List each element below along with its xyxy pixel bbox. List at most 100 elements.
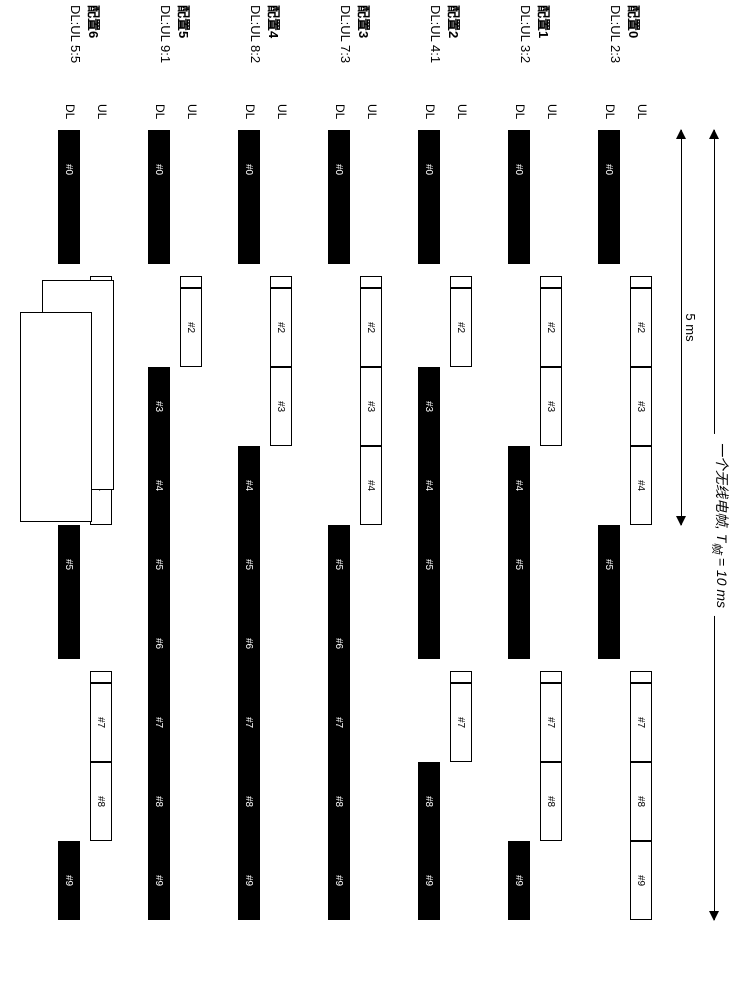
ul-label: UL: [95, 104, 109, 119]
ul-label: UL: [455, 104, 469, 119]
dl-subframe: #4: [148, 446, 170, 525]
dl-label: DL: [243, 104, 257, 119]
dl-subframe: #3: [418, 367, 440, 446]
dl-subframe: #0: [598, 130, 620, 209]
ul-subframe: #2: [630, 288, 652, 367]
config-row: 配置4DL:UL 8:2UL#2#3DL#0#4#5#6#7#8#9: [220, 0, 300, 920]
dl-subframe: #5: [508, 525, 530, 604]
dl-subframe: #0: [58, 130, 80, 209]
dl-subframe: #4: [238, 446, 260, 525]
dl-subframe: #8: [148, 762, 170, 841]
dl-subframe: #8: [238, 762, 260, 841]
dl-subframe: #9: [238, 841, 260, 920]
ul-subframe: #8: [90, 762, 112, 841]
dl-subframe: #9: [508, 841, 530, 920]
dl-subframe: #4: [418, 446, 440, 525]
config-label: 配置5DL:UL 9:1: [157, 5, 192, 110]
ul-row: UL#2: [180, 130, 202, 920]
dl-label: DL: [333, 104, 347, 119]
special-dl-part: [508, 604, 530, 659]
config-label: 配置2DL:UL 4:1: [427, 5, 462, 110]
dl-subframe: #3: [148, 367, 170, 446]
dl-subframe: #9: [328, 841, 350, 920]
special-dl-part: [598, 209, 620, 264]
tdd-frame-diagram: 一个无线电帧, T帧 = 10 ms 5 ms 配置0DL:UL 2:3UL#2…: [0, 0, 742, 1000]
config-row: 配置3DL:UL 7:3UL#2#3#4DL#0#5#6#7#8#9: [310, 0, 390, 920]
dl-subframe: #0: [328, 130, 350, 209]
dl-subframe: #7: [148, 683, 170, 762]
config-row: 配置1DL:UL 3:2UL #2#3 #7#8 DL #0 #4#5 #9: [490, 0, 570, 920]
config-label: 配置6DL:UL 5:5: [67, 5, 102, 110]
half-frame-arrow: 5 ms: [668, 130, 692, 525]
ul-subframe: #8: [540, 762, 562, 841]
dl-subframe: #5: [148, 525, 170, 604]
ul-subframe: #4: [360, 446, 382, 525]
config-label: 配置0DL:UL 2:3: [607, 5, 642, 110]
config-label: 配置1DL:UL 3:2: [517, 5, 552, 110]
dl-subframe: #0: [508, 130, 530, 209]
ul-subframe: #3: [360, 367, 382, 446]
dl-subframe: #5: [598, 525, 620, 604]
dl-subframe: #5: [418, 525, 440, 604]
ul-subframe: #3: [540, 367, 562, 446]
ul-label: UL: [545, 104, 559, 119]
dl-subframe: #0: [238, 130, 260, 209]
ul-subframe: #2: [360, 288, 382, 367]
special-ul-part: [180, 276, 202, 288]
special-dl-part: [598, 604, 620, 659]
special-ul-part: [540, 671, 562, 683]
ul-row: UL#2#7: [450, 130, 472, 920]
frame-title: 一个无线电帧, T帧 = 10 ms: [709, 434, 732, 616]
special-dl-part: [508, 209, 530, 264]
special-dl-part: [328, 209, 350, 264]
special-dl-part: [58, 604, 80, 659]
special-ul-part: [450, 276, 472, 288]
ul-subframe: #7: [450, 683, 472, 762]
ul-row: UL#2#3#4#7#8#9: [630, 130, 652, 920]
dl-subframe: #0: [418, 130, 440, 209]
ul-subframe: #7: [540, 683, 562, 762]
dl-label: DL: [63, 104, 77, 119]
ul-label: UL: [185, 104, 199, 119]
config-row: 配置5DL:UL 9:1UL#2DL#0#3#4#5#6#7#8#9: [130, 0, 210, 920]
dl-label: DL: [603, 104, 617, 119]
ul-subframe: #2: [270, 288, 292, 367]
special-ul-part: [450, 671, 472, 683]
ul-subframe: #8: [630, 762, 652, 841]
dl-subframe: #8: [418, 762, 440, 841]
dl-label: DL: [153, 104, 167, 119]
dl-subframe: #9: [418, 841, 440, 920]
special-ul-part: [630, 276, 652, 288]
dl-subframe: #7: [328, 683, 350, 762]
ul-label: UL: [365, 104, 379, 119]
dl-subframe: #9: [58, 841, 80, 920]
ul-subframe: #9: [630, 841, 652, 920]
dl-subframe: #5: [328, 525, 350, 604]
special-ul-part: [360, 276, 382, 288]
special-ul-part: [270, 276, 292, 288]
special-ul-part: [540, 276, 562, 288]
dl-subframe: #0: [148, 130, 170, 209]
special-ul-part: [90, 671, 112, 683]
callout-box: [20, 312, 92, 522]
ul-subframe: #2: [180, 288, 202, 367]
ul-label: UL: [635, 104, 649, 119]
dl-label: DL: [513, 104, 527, 119]
ul-subframe: #2: [540, 288, 562, 367]
dl-subframe: #4: [508, 446, 530, 525]
config-row: 配置0DL:UL 2:3 UL#2#3#4#7#8#9 DL #0 #5: [580, 0, 660, 920]
ul-row: UL#2#3#4: [360, 130, 382, 920]
dl-subframe: #6: [148, 604, 170, 683]
dl-label: DL: [423, 104, 437, 119]
dl-subframe: #7: [238, 683, 260, 762]
special-dl-part: [58, 209, 80, 264]
dl-row: DL#0#5#6#7#8#9: [328, 130, 350, 920]
dl-subframe: #6: [328, 604, 350, 683]
dl-row: DL#0#4#5#9: [508, 130, 530, 920]
special-dl-part: [418, 604, 440, 659]
dl-row: DL#0#4#5#6#7#8#9: [238, 130, 260, 920]
dl-row: DL#0#5: [598, 130, 620, 920]
special-dl-part: [238, 209, 260, 264]
special-ul-part: [630, 671, 652, 683]
dl-row: DL#0#3#4#5#8#9: [418, 130, 440, 920]
